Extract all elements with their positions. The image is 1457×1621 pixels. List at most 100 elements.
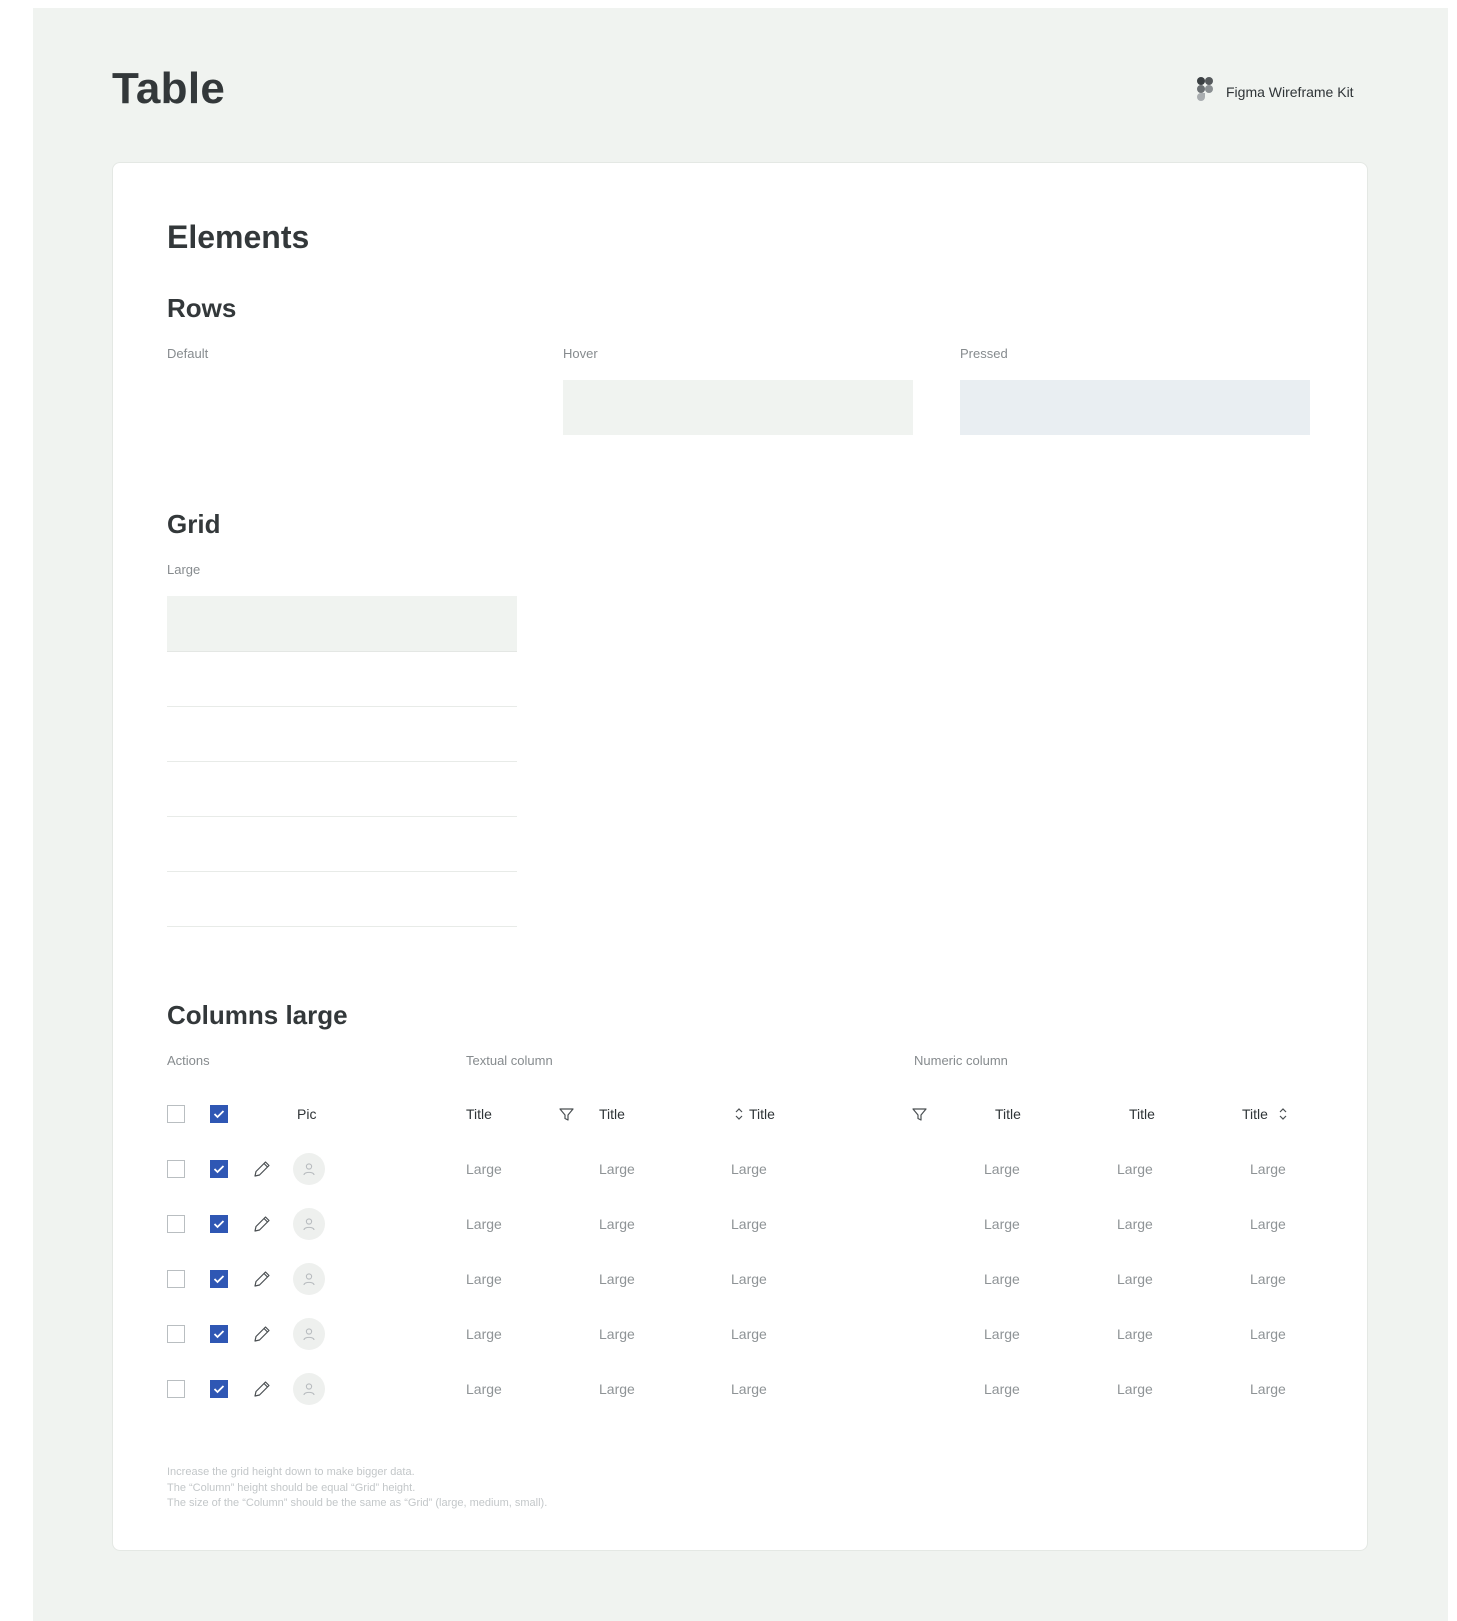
cell-text1: Large xyxy=(466,1161,502,1177)
cell-text2: Large xyxy=(599,1216,635,1232)
row-default[interactable] xyxy=(167,380,517,435)
edit-pencil-icon[interactable] xyxy=(252,1159,272,1179)
column-header-num2[interactable]: Title xyxy=(1129,1106,1155,1122)
column-header-num1[interactable]: Title xyxy=(995,1106,1021,1122)
grid-size-label: Large xyxy=(167,562,201,577)
filter-icon[interactable] xyxy=(911,1106,927,1122)
edit-pencil-icon[interactable] xyxy=(252,1214,272,1234)
cell-num1: Large xyxy=(984,1326,1020,1342)
avatar[interactable] xyxy=(293,1318,325,1350)
check-icon xyxy=(213,1275,225,1284)
cell-text2: Large xyxy=(599,1161,635,1177)
grid-line xyxy=(167,816,517,817)
grid-title: Grid xyxy=(167,509,221,539)
edit-pencil-icon[interactable] xyxy=(252,1379,272,1399)
elements-card: Elements Rows Default Hover Pressed Grid… xyxy=(112,162,1368,1551)
row-checkbox[interactable] xyxy=(167,1215,185,1233)
edit-pencil-icon[interactable] xyxy=(252,1269,272,1289)
group-label-actions: Actions xyxy=(167,1053,210,1068)
cell-text1: Large xyxy=(466,1381,502,1397)
column-header-text3[interactable]: Title xyxy=(749,1106,775,1122)
page-title: Table xyxy=(112,64,226,113)
cell-text3: Large xyxy=(731,1381,767,1397)
row-checkbox[interactable] xyxy=(167,1270,185,1288)
row-pressed[interactable] xyxy=(960,380,1310,435)
avatar[interactable] xyxy=(293,1373,325,1405)
row-checkbox[interactable] xyxy=(167,1380,185,1398)
section-title-elements: Elements xyxy=(167,219,310,255)
cell-text2: Large xyxy=(599,1271,635,1287)
check-icon xyxy=(213,1385,225,1394)
column-header-pic[interactable]: Pic xyxy=(297,1106,316,1122)
sort-icon[interactable] xyxy=(733,1107,745,1121)
group-label-textual: Textual column xyxy=(466,1053,553,1068)
check-icon xyxy=(213,1220,225,1229)
row-checkbox-checked[interactable] xyxy=(210,1270,228,1288)
cell-text3: Large xyxy=(731,1326,767,1342)
check-icon xyxy=(213,1110,225,1119)
row-state-label-default: Default xyxy=(167,346,209,361)
column-header-num3[interactable]: Title xyxy=(1242,1106,1268,1122)
grid-header-row xyxy=(167,596,517,652)
user-icon xyxy=(303,1273,315,1286)
note-line: The “Column” height should be equal “Gri… xyxy=(167,1481,416,1494)
cell-num2: Large xyxy=(1117,1216,1153,1232)
note-line: Increase the grid height down to make bi… xyxy=(167,1466,415,1478)
cell-num3: Large xyxy=(1250,1161,1286,1177)
edit-pencil-icon[interactable] xyxy=(252,1324,272,1344)
cell-num1: Large xyxy=(984,1161,1020,1177)
brand-name: Figma Wireframe Kit xyxy=(1226,83,1354,100)
rows-title: Rows xyxy=(167,293,237,323)
user-icon xyxy=(303,1383,315,1396)
cell-num3: Large xyxy=(1250,1271,1286,1287)
cell-text2: Large xyxy=(599,1326,635,1342)
grid-line xyxy=(167,761,517,762)
row-state-label-pressed: Pressed xyxy=(960,346,1008,361)
cell-num1: Large xyxy=(984,1381,1020,1397)
cell-text1: Large xyxy=(466,1216,502,1232)
row-checkbox-checked[interactable] xyxy=(210,1380,228,1398)
cell-text1: Large xyxy=(466,1326,502,1342)
sort-icon[interactable] xyxy=(1277,1107,1289,1121)
grid-line xyxy=(167,871,517,872)
select-all-checkbox-checked[interactable] xyxy=(210,1105,228,1123)
row-state-label-hover: Hover xyxy=(563,346,598,361)
cell-num2: Large xyxy=(1117,1271,1153,1287)
user-icon xyxy=(303,1328,315,1341)
cell-text1: Large xyxy=(466,1271,502,1287)
cell-text3: Large xyxy=(731,1271,767,1287)
avatar[interactable] xyxy=(293,1153,325,1185)
cell-num2: Large xyxy=(1117,1326,1153,1342)
cell-num3: Large xyxy=(1250,1326,1286,1342)
cell-num2: Large xyxy=(1117,1161,1153,1177)
row-checkbox-checked[interactable] xyxy=(210,1325,228,1343)
check-icon xyxy=(213,1330,225,1339)
note-line: The size of the “Column” should be the s… xyxy=(167,1497,548,1509)
cell-num3: Large xyxy=(1250,1216,1286,1232)
row-hover[interactable] xyxy=(563,380,913,435)
cell-num2: Large xyxy=(1117,1381,1153,1397)
column-header-text1[interactable]: Title xyxy=(466,1106,492,1122)
cell-num3: Large xyxy=(1250,1381,1286,1397)
row-checkbox[interactable] xyxy=(167,1325,185,1343)
row-checkbox[interactable] xyxy=(167,1160,185,1178)
row-checkbox-checked[interactable] xyxy=(210,1160,228,1178)
cell-text3: Large xyxy=(731,1216,767,1232)
brand: Figma Wireframe Kit xyxy=(1196,76,1354,107)
usage-notes: Increase the grid height down to make bi… xyxy=(167,1465,547,1512)
select-all-checkbox[interactable] xyxy=(167,1105,185,1123)
grid-line xyxy=(167,706,517,707)
row-checkbox-checked[interactable] xyxy=(210,1215,228,1233)
user-icon xyxy=(303,1163,315,1176)
cell-text2: Large xyxy=(599,1381,635,1397)
cell-num1: Large xyxy=(984,1271,1020,1287)
column-header-text2[interactable]: Title xyxy=(599,1106,625,1122)
user-icon xyxy=(303,1218,315,1231)
group-label-numeric: Numeric column xyxy=(914,1053,1008,1068)
figma-logo-icon xyxy=(1196,76,1214,107)
avatar[interactable] xyxy=(293,1263,325,1295)
filter-icon[interactable] xyxy=(558,1106,574,1122)
columns-title: Columns large xyxy=(167,1000,348,1030)
avatar[interactable] xyxy=(293,1208,325,1240)
cell-text3: Large xyxy=(731,1161,767,1177)
